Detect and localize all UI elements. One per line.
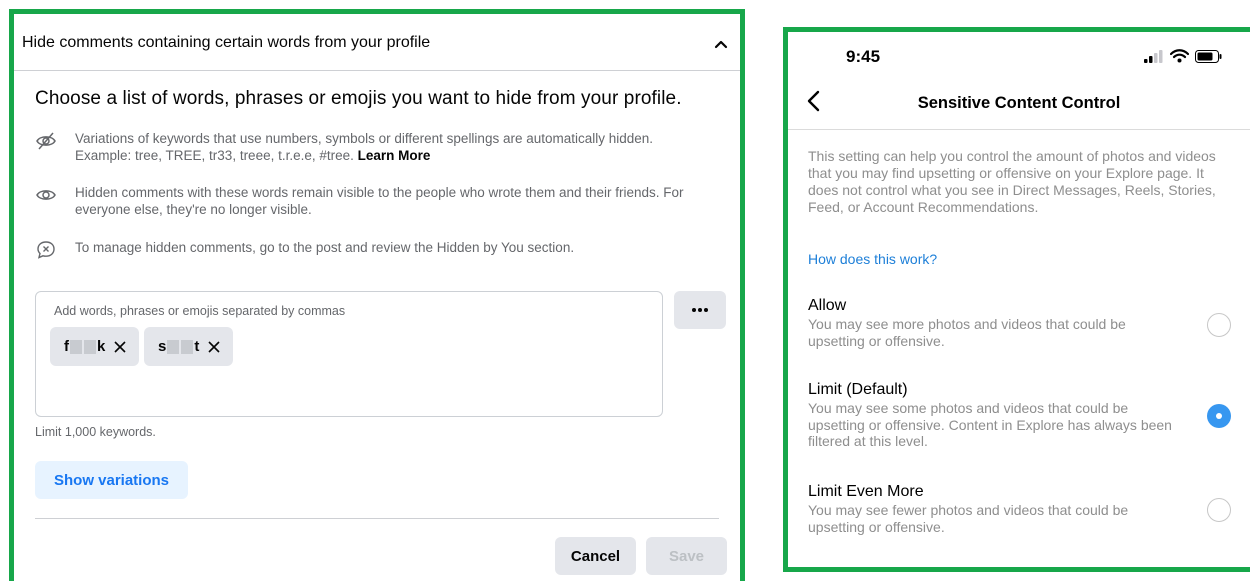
- learn-more-link[interactable]: Learn More: [358, 148, 431, 163]
- radio-allow[interactable]: [1207, 313, 1231, 337]
- info-text: Hidden comments with these words remain …: [75, 185, 684, 217]
- info-row-variations: Variations of keywords that use numbers,…: [35, 130, 695, 164]
- keywords-input[interactable]: Add words, phrases or emojis separated b…: [35, 291, 663, 417]
- eye-icon: [36, 190, 56, 200]
- info-text: To manage hidden comments, go to the pos…: [75, 240, 575, 255]
- eye-slash-icon: [36, 132, 56, 150]
- instagram-sensitive-content-panel: 9:45 Sensitive Content Control This sett…: [783, 27, 1250, 572]
- censor-block: [181, 339, 194, 354]
- save-button[interactable]: Save: [646, 537, 727, 575]
- setting-description: This setting can help you control the am…: [808, 148, 1216, 215]
- radio-limit-even-more[interactable]: [1207, 498, 1231, 522]
- option-limit-even-more[interactable]: Limit Even More You may see fewer photos…: [808, 482, 1248, 535]
- option-description: You may see fewer photos and videos that…: [808, 502, 1129, 535]
- option-title: Limit (Default): [808, 381, 908, 398]
- censor-block: [167, 339, 180, 354]
- info-row-visibility: Hidden comments with these words remain …: [35, 184, 695, 218]
- how-does-this-work-link[interactable]: How does this work?: [808, 251, 937, 267]
- keyword-chip[interactable]: st: [144, 327, 234, 366]
- keyword-chip[interactable]: fk: [50, 327, 140, 366]
- screen-title: Sensitive Content Control: [917, 94, 1121, 112]
- cancel-button[interactable]: Cancel: [555, 537, 636, 575]
- option-title: Limit Even More: [808, 483, 924, 500]
- option-limit-default[interactable]: Limit (Default) You may see some photos …: [808, 380, 1248, 450]
- header-divider: [14, 70, 740, 71]
- censor-block: [84, 339, 96, 354]
- option-description: You may see more photos and videos that …: [808, 316, 1126, 349]
- page-title: Choose a list of words, phrases or emoji…: [35, 88, 682, 109]
- info-row-manage: To manage hidden comments, go to the pos…: [35, 239, 695, 261]
- show-variations-button[interactable]: Show variations: [35, 461, 188, 499]
- close-icon[interactable]: [207, 340, 221, 354]
- status-bar-icons: [1144, 49, 1222, 63]
- radio-limit-default-selected[interactable]: [1207, 404, 1231, 428]
- more-dots-icon: [692, 308, 708, 312]
- status-time: 9:45: [846, 47, 881, 66]
- section-header[interactable]: Hide comments containing certain words f…: [22, 34, 430, 52]
- more-options-button[interactable]: [674, 291, 726, 329]
- option-title: Allow: [808, 297, 847, 314]
- facebook-hide-comments-panel: Hide comments containing certain words f…: [9, 9, 745, 581]
- keyword-limit-text: Limit 1,000 keywords.: [35, 425, 156, 439]
- option-allow[interactable]: Allow You may see more photos and videos…: [808, 296, 1248, 349]
- battery-icon: [1195, 49, 1222, 63]
- signal-icon: [1144, 49, 1163, 63]
- option-description: You may see some photos and videos that …: [808, 400, 1172, 449]
- title-divider: [788, 129, 1250, 130]
- chevron-up-icon[interactable]: [712, 36, 730, 54]
- wifi-icon: [1170, 49, 1189, 63]
- censor-block: [70, 339, 82, 354]
- footer-divider: [35, 518, 719, 519]
- keywords-input-placeholder: Add words, phrases or emojis separated b…: [54, 304, 346, 318]
- close-icon[interactable]: [113, 340, 127, 354]
- comment-hide-icon: [37, 241, 55, 259]
